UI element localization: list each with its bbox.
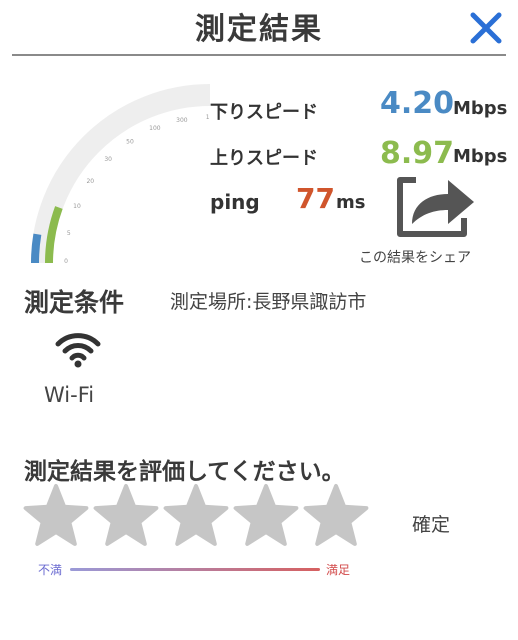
satisfaction-scale-bar: [70, 568, 320, 571]
star-3[interactable]: [162, 482, 230, 550]
connection-type: Wi-Fi: [44, 383, 95, 407]
star-icon: [303, 484, 369, 546]
gauge-tick-label: 300: [176, 117, 188, 124]
upload-value: 8.97: [380, 136, 455, 171]
conditions-title: 測定条件: [24, 288, 125, 317]
gauge-tick-label: 50: [126, 138, 134, 145]
star-4[interactable]: [232, 482, 300, 550]
ping-label: ping: [210, 190, 260, 214]
download-gauge-bar: [31, 233, 42, 264]
star-icon: [93, 484, 159, 546]
star-rating: [22, 482, 370, 552]
star-2[interactable]: [92, 482, 160, 550]
gauge-tick-label: 5: [67, 230, 71, 237]
speed-gauge: 05102030501003001G: [31, 84, 210, 265]
star-icon: [233, 484, 299, 546]
scale-high-label: 満足: [326, 563, 351, 577]
scale-low-label: 不満: [38, 563, 63, 577]
confirm-button[interactable]: 確定: [412, 510, 450, 537]
page-title: 測定結果: [195, 12, 323, 47]
star-1[interactable]: [22, 482, 90, 550]
star-icon: [163, 484, 229, 546]
gauge-tick-label: 20: [86, 178, 94, 185]
gauge-tick-label: 100: [149, 125, 161, 132]
download-label: 下りスピード: [210, 102, 318, 123]
close-button[interactable]: [466, 8, 506, 48]
wifi-icon: [54, 330, 102, 368]
header-divider: [12, 54, 506, 56]
close-icon: [470, 12, 502, 44]
download-unit: Mbps: [453, 98, 508, 119]
share-icon: [397, 177, 474, 237]
measurement-place: 測定場所:長野県諏訪市: [170, 291, 367, 313]
upload-unit: Mbps: [453, 146, 508, 167]
gauge-tick-label: 30: [104, 156, 112, 163]
upload-label: 上りスピード: [210, 148, 318, 169]
ping-unit: ms: [336, 192, 366, 213]
star-5[interactable]: [302, 482, 370, 550]
star-icon: [23, 484, 89, 546]
gauge-tick-label: 0: [64, 258, 68, 265]
gauge-tick-label: 10: [73, 203, 81, 210]
ping-value: 77: [296, 182, 335, 215]
download-value: 4.20: [380, 86, 455, 121]
rating-title: 測定結果を評価してください。: [24, 459, 345, 485]
share-label: この結果をシェア: [359, 250, 471, 266]
